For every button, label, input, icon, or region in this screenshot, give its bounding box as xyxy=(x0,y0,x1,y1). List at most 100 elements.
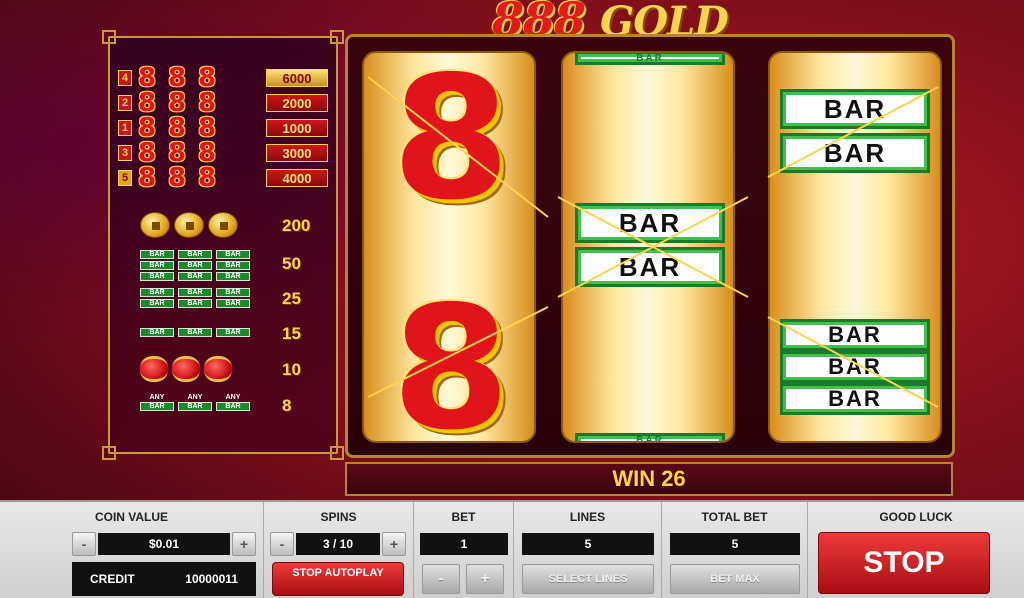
frame-corner xyxy=(102,446,116,460)
coin-value-field: $0.01 xyxy=(98,533,230,555)
single-bar-icon: BAR xyxy=(216,328,250,337)
paytable-line-row: 1 8 8 8 xyxy=(118,113,222,143)
coin-value-plus-button[interactable]: + xyxy=(232,532,256,556)
eight-symbol: 8 xyxy=(167,63,187,93)
paytable: 4 8 8 8 6000 2 8 8 8 2000 1 8 8 8 1000 3… xyxy=(102,30,344,460)
select-lines-button[interactable]: SELECT LINES xyxy=(522,564,654,594)
any-bar-icon: ANY BAR xyxy=(140,394,174,411)
lantern-icon xyxy=(140,356,168,382)
coin-value-title: COIN VALUE xyxy=(94,510,169,524)
frame-corner xyxy=(330,30,344,44)
paytable-symbol-row xyxy=(140,356,232,382)
bet-plus-button[interactable]: + xyxy=(466,564,504,594)
spins-section: SPINS - 3 / 10 + STOP AUTOPLAY xyxy=(264,502,414,598)
total-bet-field: 5 xyxy=(670,533,800,555)
win-lines-overlay xyxy=(367,76,939,408)
eight-symbol: 8 xyxy=(197,138,217,168)
spins-minus-button[interactable]: - xyxy=(270,532,294,556)
eight-symbol: 8 xyxy=(137,113,157,143)
double-bar-icon: BAR BAR xyxy=(178,288,212,308)
eight-symbol: 8 xyxy=(167,138,187,168)
eight-symbol: 8 xyxy=(167,88,187,118)
gold-coin-icon xyxy=(174,212,204,238)
logo-trademark: TM xyxy=(743,0,760,3)
coin-value-minus-button[interactable]: - xyxy=(72,532,96,556)
double-bar-icon: BAR BAR xyxy=(140,288,174,308)
spins-title: SPINS xyxy=(320,510,357,524)
eight-symbol: 8 xyxy=(137,63,157,93)
line-number-badge[interactable]: 1 xyxy=(118,120,132,136)
line-number-badge[interactable]: 4 xyxy=(118,70,132,86)
total-bet-title: TOTAL BET xyxy=(701,510,768,524)
paytable-symbol-row: ANY BAR ANY BAR ANY BAR xyxy=(140,394,250,411)
paytable-line-row: 2 8 8 8 xyxy=(118,88,222,118)
gold-coin-icon xyxy=(208,212,238,238)
eight-symbol: 8 xyxy=(137,88,157,118)
symbol-payout: 25 xyxy=(282,289,301,308)
paytable-symbol-row: BAR BAR BAR BAR BAR BAR xyxy=(140,288,250,308)
bet-minus-button[interactable]: - xyxy=(422,564,460,594)
control-panel: COIN VALUE - $0.01 + CREDIT 10000011 SPI… xyxy=(0,500,1024,598)
triple-bar-icon: BAR BAR BAR xyxy=(140,250,174,281)
paytable-symbol-row xyxy=(140,212,238,238)
win-line xyxy=(367,76,549,218)
symbol-payout: 15 xyxy=(282,324,301,343)
credit-display: CREDIT 10000011 xyxy=(72,562,256,596)
bet-max-button[interactable]: BET MAX xyxy=(670,564,800,594)
bet-title: BET xyxy=(451,510,476,524)
symbol-payout: 10 xyxy=(282,360,301,379)
spins-plus-button[interactable]: + xyxy=(382,532,406,556)
win-line xyxy=(367,306,549,398)
stop-autoplay-button[interactable]: STOP AUTOPLAY xyxy=(272,562,404,596)
symbol-payout: 50 xyxy=(282,254,301,273)
eight-symbol: 8 xyxy=(197,163,217,193)
paytable-line-row: 5 8 8 8 xyxy=(118,163,222,193)
symbol-payout: 200 xyxy=(282,216,311,235)
paytable-symbol-row: BAR BAR BAR BAR BAR BAR BAR BAR BAR xyxy=(140,250,250,281)
eight-symbol: 8 xyxy=(197,63,217,93)
total-bet-section: TOTAL BET 5 BET MAX xyxy=(662,502,808,598)
lantern-icon xyxy=(172,356,200,382)
lantern-icon xyxy=(204,356,232,382)
eight-symbol: 8 xyxy=(167,113,187,143)
bet-section: BET 1 - + xyxy=(414,502,514,598)
line-number-badge[interactable]: 3 xyxy=(118,145,132,161)
double-bar-icon: BAR BAR xyxy=(216,288,250,308)
spin-section: GOOD LUCK STOP xyxy=(808,502,1024,598)
credit-label: CREDIT xyxy=(90,572,135,586)
paytable-symbol-row: BAR BAR BAR xyxy=(140,328,250,337)
eight-symbol: 8 xyxy=(137,163,157,193)
spins-field: 3 / 10 xyxy=(296,533,380,555)
win-line xyxy=(767,86,939,178)
lines-field: 5 xyxy=(522,533,654,555)
line-payout: 1000 xyxy=(266,119,328,137)
reel-frame: 8 8 BAR BAR BAR BAR BAR BAR BAR BAR BAR xyxy=(345,34,955,458)
single-bar-icon: BAR xyxy=(178,328,212,337)
paytable-line-row: 3 8 8 8 xyxy=(118,138,222,168)
win-display: WIN 26 xyxy=(345,462,953,496)
triple-bar-icon: BAR BAR BAR xyxy=(178,250,212,281)
eight-symbol: 8 xyxy=(197,88,217,118)
line-payout: 3000 xyxy=(266,144,328,162)
frame-corner xyxy=(330,446,344,460)
paytable-line-row: 4 8 8 8 xyxy=(118,63,222,93)
stop-button[interactable]: STOP xyxy=(818,532,990,594)
symbol-payout: 8 xyxy=(282,396,292,415)
coin-value-section: COIN VALUE - $0.01 + CREDIT 10000011 xyxy=(0,502,264,598)
line-number-badge[interactable]: 2 xyxy=(118,95,132,111)
game-stage: 888 GOLD TM 4 8 8 8 6000 2 8 8 8 2000 1 … xyxy=(0,0,1024,500)
eight-symbol: 8 xyxy=(167,163,187,193)
single-bar-icon: BAR xyxy=(140,328,174,337)
win-line xyxy=(767,316,939,408)
lines-section: LINES 5 SELECT LINES xyxy=(514,502,662,598)
eight-symbol: 8 xyxy=(137,138,157,168)
good-luck-title: GOOD LUCK xyxy=(879,510,953,524)
gold-coin-icon xyxy=(140,212,170,238)
line-payout: 4000 xyxy=(266,169,328,187)
bet-field: 1 xyxy=(420,533,508,555)
triple-bar-icon: BAR BAR BAR xyxy=(216,250,250,281)
eight-symbol: 8 xyxy=(197,113,217,143)
any-bar-icon: ANY BAR xyxy=(178,394,212,411)
lines-title: LINES xyxy=(569,510,606,524)
line-number-badge[interactable]: 5 xyxy=(118,170,132,186)
